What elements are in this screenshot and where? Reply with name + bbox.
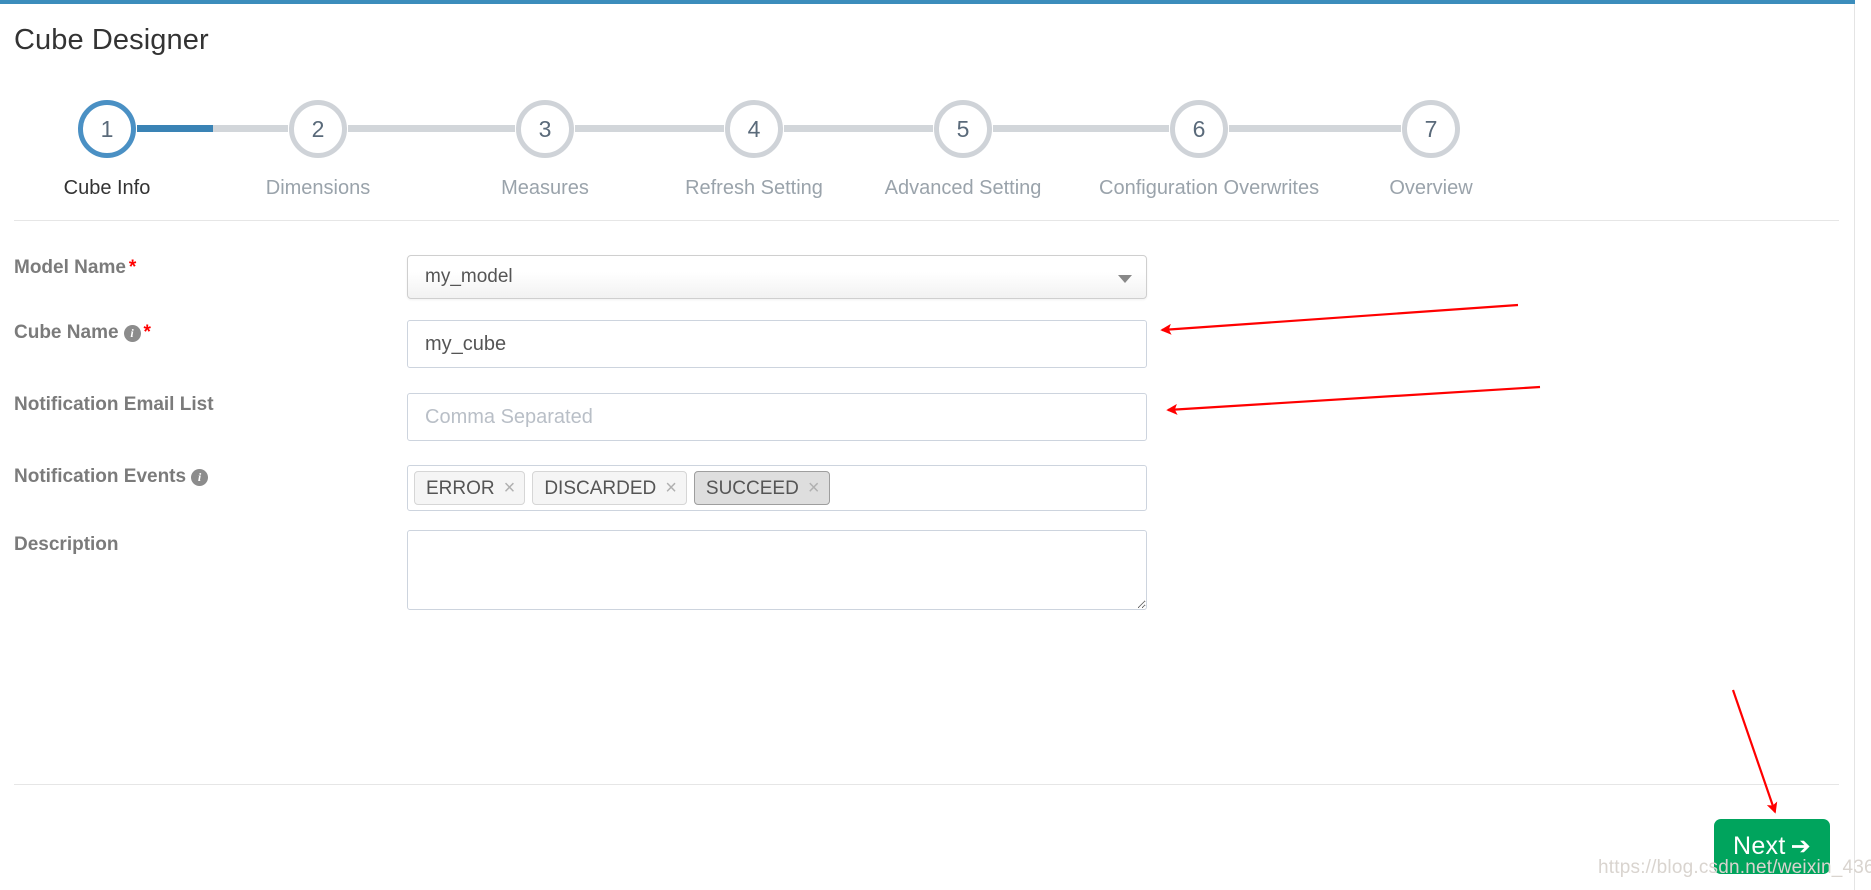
stepper-step-dimensions[interactable]: 2 Dimensions — [218, 100, 418, 200]
stepper-step-label: Dimensions — [265, 177, 371, 199]
label-description: Description — [14, 534, 119, 556]
label-description-text: Description — [14, 534, 119, 555]
notification-event-tag-label: ERROR — [426, 478, 495, 499]
arrow-right-icon: ➔ — [1790, 833, 1812, 860]
divider-top — [14, 220, 1839, 221]
stepper-step-label: Measures — [501, 177, 589, 199]
stepper-connector — [1229, 125, 1401, 132]
notification-event-tag-label: SUCCEED — [705, 478, 799, 499]
label-notification-email: Notification Email List — [14, 394, 214, 416]
label-notification-events: Notification Events i — [14, 466, 209, 488]
stepper-step-refresh-setting[interactable]: 4 Refresh Setting — [654, 100, 854, 200]
divider-bottom — [14, 784, 1839, 785]
info-icon[interactable]: i — [191, 469, 209, 486]
stepper-connector-fill — [137, 125, 213, 132]
remove-tag-icon[interactable]: × — [504, 477, 516, 499]
wizard-stepper: 1 Cube Info 2 Dimensions 3 Measures 4 Refresh S… — [0, 100, 1855, 215]
stepper-step-number: 2 — [289, 100, 347, 158]
stepper-step-advanced-setting[interactable]: 5 Advanced Setting — [863, 100, 1063, 200]
stepper-step-label: Advanced Setting — [884, 177, 1042, 199]
required-asterisk-cube-name: * — [143, 322, 151, 343]
stepper-step-cube-info[interactable]: 1 Cube Info — [7, 100, 207, 200]
next-button-label: Next — [1732, 832, 1786, 860]
notification-event-tag[interactable]: ERROR × — [414, 471, 526, 505]
label-model-name-text: Model Name — [14, 257, 126, 278]
stepper-connector — [993, 125, 1169, 132]
cube-designer-page: Cube Designer 1 Cube Info 2 Dimensions 3 Meas… — [0, 0, 1871, 890]
model-name-selected-value: my_model — [425, 266, 513, 287]
remove-tag-icon[interactable]: × — [808, 477, 820, 499]
required-asterisk-model-name: * — [128, 257, 137, 278]
remove-tag-icon[interactable]: × — [665, 477, 677, 499]
label-cube-name-text: Cube Name — [14, 322, 119, 343]
stepper-connector — [575, 125, 724, 132]
stepper-step-number: 6 — [1170, 100, 1228, 158]
label-cube-name: Cube Name i * — [14, 322, 151, 344]
description-textarea[interactable] — [407, 530, 1147, 610]
stepper-step-number: 7 — [1402, 100, 1460, 158]
chevron-down-icon[interactable] — [1118, 275, 1132, 283]
notification-event-tag[interactable]: DISCARDED × — [532, 471, 687, 505]
stepper-step-label: Refresh Setting — [685, 177, 823, 199]
model-name-select[interactable]: my_model — [407, 255, 1147, 299]
notification-event-tag[interactable]: SUCCEED × — [693, 471, 830, 505]
watermark: https://blog.csdn.net/weixin_43660536 — [1598, 857, 1871, 878]
stepper-step-number: 3 — [516, 100, 574, 158]
notification-email-input[interactable] — [407, 393, 1147, 441]
stepper-step-measures[interactable]: 3 Measures — [445, 100, 645, 200]
notification-event-tag-label: DISCARDED — [544, 478, 657, 499]
stepper-step-number: 5 — [934, 100, 992, 158]
stepper-step-configuration-overwrites[interactable]: 6 Configuration Overwrites — [1099, 100, 1320, 200]
label-notification-email-text: Notification Email List — [14, 394, 214, 415]
stepper-connector — [784, 125, 933, 132]
stepper-step-overview[interactable]: 7 Overview — [1331, 100, 1531, 200]
info-icon[interactable]: i — [123, 325, 141, 342]
stepper-step-label: Configuration Overwrites — [1099, 177, 1320, 199]
label-notification-events-text: Notification Events — [14, 466, 187, 487]
notification-events-tag-input[interactable]: ERROR × DISCARDED × SUCCEED × — [407, 465, 1147, 511]
label-model-name: Model Name * — [14, 257, 136, 279]
cube-name-input[interactable] — [407, 320, 1147, 368]
stepper-step-number: 4 — [725, 100, 783, 158]
stepper-connector — [137, 125, 288, 132]
page-title: Cube Designer — [14, 24, 209, 56]
stepper-step-label: Cube Info — [63, 177, 151, 199]
stepper-connector — [348, 125, 515, 132]
stepper-step-label: Overview — [1389, 177, 1473, 199]
stepper-step-number: 1 — [78, 100, 136, 158]
content-panel: Cube Designer 1 Cube Info 2 Dimensions 3 Meas… — [0, 4, 1855, 890]
